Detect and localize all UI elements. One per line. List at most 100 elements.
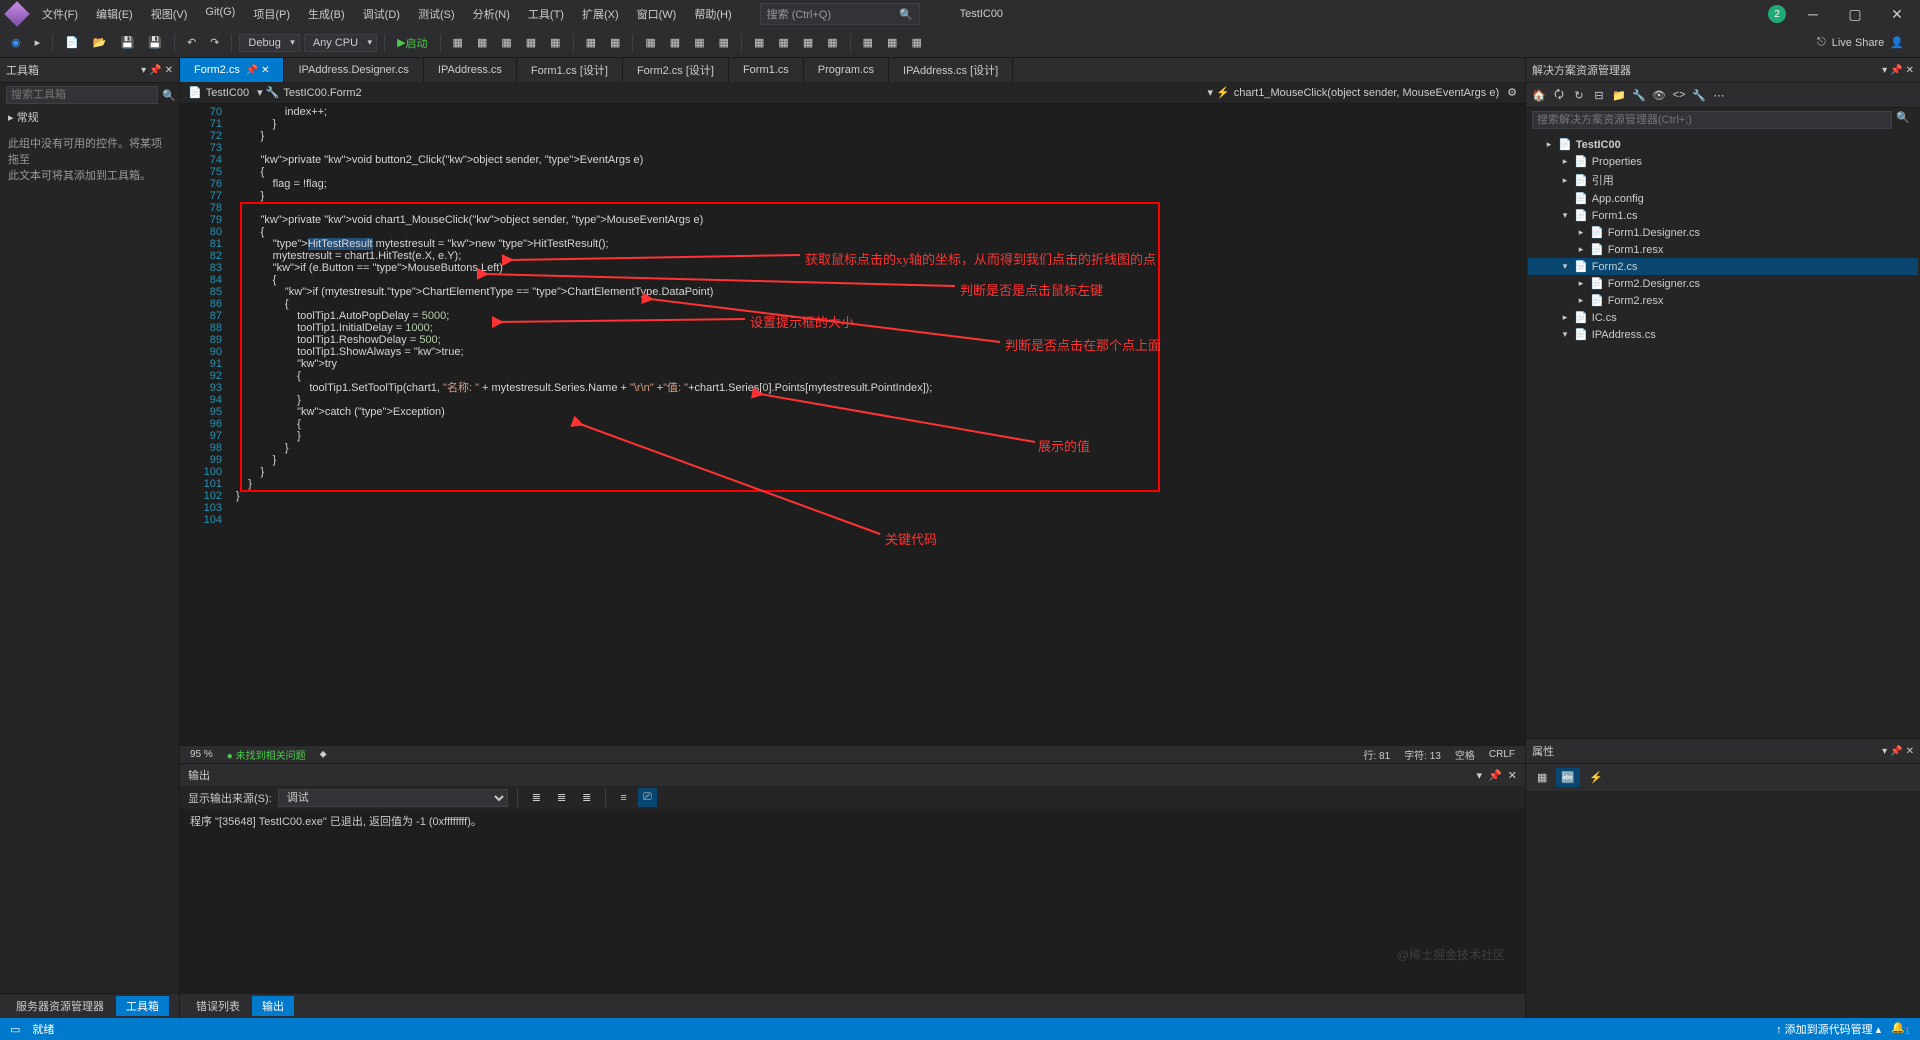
menu-item[interactable]: 项目(P): [245, 2, 298, 26]
global-search[interactable]: 搜索 (Ctrl+Q) 🔍: [760, 3, 920, 25]
tree-item[interactable]: ▾📄Form1.cs: [1528, 207, 1918, 224]
new-project-icon[interactable]: 📄: [60, 33, 84, 52]
issues-indicator[interactable]: ● 未找到相关问题: [227, 747, 306, 762]
tb-icon-8[interactable]: ▦: [640, 33, 660, 52]
tree-item[interactable]: 📄App.config: [1528, 190, 1918, 207]
props-cat-icon[interactable]: ▦: [1532, 768, 1552, 787]
liveshare-label[interactable]: Live Share: [1832, 37, 1885, 49]
dropdown-icon[interactable]: ▾: [1882, 65, 1887, 76]
toolbox-general-node[interactable]: ▸ 常规: [0, 107, 179, 127]
tb-icon-2[interactable]: ▦: [472, 33, 492, 52]
close-button[interactable]: ✕: [1882, 6, 1912, 23]
tb-icon-9[interactable]: ▦: [665, 33, 685, 52]
menu-item[interactable]: 工具(T): [520, 2, 572, 26]
editor-tab[interactable]: IPAddress.cs [设计]: [889, 58, 1013, 82]
tree-item[interactable]: ▸📄Form2.resx: [1528, 292, 1918, 309]
tb-icon-1[interactable]: ▦: [448, 33, 468, 52]
menu-item[interactable]: 窗口(W): [629, 2, 685, 26]
pin-icon[interactable]: 📌: [1488, 769, 1502, 782]
search-icon[interactable]: 🔍: [158, 89, 180, 102]
tb-icon-16[interactable]: ▦: [858, 33, 878, 52]
menu-item[interactable]: 测试(S): [410, 2, 463, 26]
output-btn-4[interactable]: ≡: [615, 789, 631, 807]
menu-item[interactable]: 帮助(H): [686, 2, 739, 26]
tb-icon-4[interactable]: ▦: [521, 33, 541, 52]
editor-tab[interactable]: Program.cs: [804, 58, 889, 82]
nav-icon[interactable]: ⬥: [320, 749, 327, 760]
sln-preview-icon[interactable]: 👁: [1650, 86, 1668, 104]
output-btn-1[interactable]: ≣: [527, 788, 546, 807]
eol-indicator[interactable]: CRLF: [1489, 749, 1515, 760]
tab-output[interactable]: 输出: [252, 996, 294, 1016]
search-icon[interactable]: 🔍: [1892, 111, 1914, 129]
tree-item[interactable]: ▸📄IC.cs: [1528, 309, 1918, 326]
undo-icon[interactable]: ↶: [182, 33, 201, 52]
output-btn-2[interactable]: ≣: [552, 788, 571, 807]
menu-item[interactable]: Git(G): [197, 2, 243, 26]
output-btn-5[interactable]: ⎚: [638, 788, 657, 807]
open-icon[interactable]: 📂: [88, 33, 112, 52]
minimize-button[interactable]: ─: [1798, 6, 1828, 22]
sln-props-icon[interactable]: 🔧: [1630, 86, 1648, 104]
pin-icon[interactable]: 📌: [1890, 65, 1902, 76]
menu-item[interactable]: 编辑(E): [88, 2, 141, 26]
notifications-icon[interactable]: 🔔1: [1891, 1021, 1910, 1036]
nav-fwd-icon[interactable]: ▸: [30, 33, 46, 52]
menu-item[interactable]: 视图(V): [143, 2, 196, 26]
dropdown-icon[interactable]: ▾: [1477, 769, 1483, 782]
tree-item[interactable]: ▾📄Form2.cs: [1528, 258, 1918, 275]
tb-icon-18[interactable]: ▦: [906, 33, 926, 52]
code-editor[interactable]: 7071727374757677787980818283848586878889…: [180, 104, 1525, 745]
menu-item[interactable]: 调试(D): [355, 2, 408, 26]
redo-icon[interactable]: ↷: [205, 33, 224, 52]
tab-server-explorer[interactable]: 服务器资源管理器: [6, 996, 114, 1016]
tb-icon-14[interactable]: ▦: [798, 33, 818, 52]
save-all-icon[interactable]: 💾: [143, 33, 167, 52]
output-text[interactable]: 程序 "[35648] TestIC00.exe" 已退出, 返回值为 -1 (…: [180, 809, 1525, 993]
props-az-icon[interactable]: 🔤: [1556, 768, 1580, 787]
liveshare-icon[interactable]: ⎋: [1817, 36, 1826, 49]
notification-badge[interactable]: 2: [1768, 5, 1786, 23]
crumb-class[interactable]: ▾ 🔧 TestIC00.Form2: [257, 86, 1199, 99]
maximize-button[interactable]: ▢: [1840, 6, 1870, 23]
sln-refresh-icon[interactable]: ↻: [1570, 86, 1588, 104]
pin-icon[interactable]: 📌: [1890, 746, 1902, 757]
sln-home-icon[interactable]: 🏠: [1530, 86, 1548, 104]
dropdown-icon[interactable]: ▾: [1882, 746, 1887, 757]
tab-error-list[interactable]: 错误列表: [186, 996, 250, 1016]
tab-toolbox[interactable]: 工具箱: [116, 996, 169, 1016]
tree-item[interactable]: ▾📄IPAddress.cs: [1528, 326, 1918, 343]
tree-item[interactable]: ▸📄Form2.Designer.cs: [1528, 275, 1918, 292]
close-icon[interactable]: ✕: [1906, 746, 1914, 757]
sln-showall-icon[interactable]: 📁: [1610, 86, 1628, 104]
dropdown-icon[interactable]: ▾: [141, 65, 146, 76]
menu-item[interactable]: 生成(B): [300, 2, 353, 26]
close-icon[interactable]: ✕: [1508, 769, 1517, 782]
platform-combo[interactable]: Any CPU: [304, 34, 377, 52]
spaces-indicator[interactable]: 空格: [1455, 747, 1475, 762]
save-icon[interactable]: 💾: [116, 33, 140, 52]
tree-item[interactable]: ▸📄Form1.Designer.cs: [1528, 224, 1918, 241]
tree-item[interactable]: ▸📄Form1.resx: [1528, 241, 1918, 258]
tree-item[interactable]: ▸📄TestIC00: [1528, 136, 1918, 153]
sln-wrench-icon[interactable]: 🔧: [1690, 86, 1708, 104]
crumb-method[interactable]: ▾ ⚡ chart1_MouseClick(object sender, Mou…: [1207, 86, 1499, 99]
close-icon[interactable]: ✕: [1906, 65, 1914, 76]
zoom-level[interactable]: 95 %: [190, 749, 213, 760]
editor-tab[interactable]: Form2.cs📌 ✕: [180, 58, 284, 82]
tb-icon-3[interactable]: ▦: [496, 33, 516, 52]
tb-icon-15[interactable]: ▦: [822, 33, 842, 52]
config-combo[interactable]: Debug: [239, 34, 299, 52]
tb-icon-12[interactable]: ▦: [749, 33, 769, 52]
start-button[interactable]: ▶ 启动: [392, 32, 432, 54]
menu-item[interactable]: 扩展(X): [574, 2, 627, 26]
tb-icon-10[interactable]: ▦: [689, 33, 709, 52]
output-source-combo[interactable]: 调试: [278, 789, 508, 807]
tb-icon-11[interactable]: ▦: [714, 33, 734, 52]
toolbox-search-input[interactable]: [6, 86, 158, 104]
tb-icon-13[interactable]: ▦: [773, 33, 793, 52]
crumb-project[interactable]: 📄 TestIC00: [188, 86, 249, 99]
sln-sync-icon[interactable]: 🗘: [1550, 86, 1568, 104]
sln-search-input[interactable]: [1532, 111, 1892, 129]
tb-icon-6[interactable]: ▦: [581, 33, 601, 52]
